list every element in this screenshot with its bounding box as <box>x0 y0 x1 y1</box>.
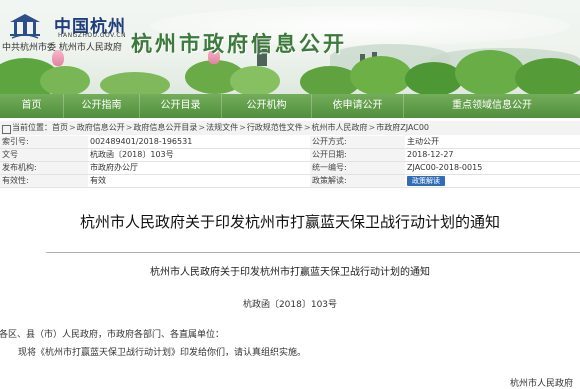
nav-item-agencies[interactable]: 公开机构 <box>222 94 312 118</box>
nav-item-key-areas[interactable]: 重点领域信息公开 <box>404 94 580 118</box>
document-number: 杭政函〔2018〕103号 <box>242 300 338 310</box>
policy-interpretation-button[interactable]: 政策解读 <box>407 176 445 186</box>
value-unified-number: ZJAC00-2018-0015 <box>405 161 580 175</box>
document-body: 现将《杭州市打赢蓝天保卫战行动计划》印发给你们，请认真组织实施。 <box>18 348 307 358</box>
breadcrumb-info-public[interactable]: 政府信息公开 <box>77 121 125 135</box>
divider <box>46 252 580 253</box>
document-subtitle: 杭州市人民政府关于印发杭州市打赢蓝天保卫战行动计划的通知 <box>150 267 430 278</box>
document-addressee: 各区、县（市）人民政府，市政府各部门、各直属单位： <box>0 330 225 340</box>
header-banner: 中国杭州 HANGZHOU.GOV.CN 中共杭州市委 杭州市人民政府 杭州市政… <box>0 0 580 94</box>
label-public-method: 公开方式: <box>310 136 405 149</box>
table-row: 索引号: 002489401/2018-196531 公开方式: 主动公开 <box>0 136 580 149</box>
label-policy-interpretation: 政策解读: <box>310 174 405 188</box>
breadcrumb: 当前位置： 首页 > 政府信息公开 > 政府信息公开目录 > 法规文件 > 行政… <box>0 121 580 135</box>
breadcrumb-label: 当前位置： <box>12 123 52 132</box>
breadcrumb-regulations[interactable]: 法规文件 <box>206 121 238 135</box>
label-validity: 有效性: <box>0 174 88 188</box>
table-row: 发布机构: 市政府办公厅 统一编号: ZJAC00-2018-0015 <box>0 161 580 175</box>
label-unified-number: 统一编号: <box>310 161 405 175</box>
nav-item-catalog[interactable]: 公开目录 <box>140 94 222 118</box>
main-nav: 首页 公开指南 公开目录 公开机构 依申请公开 重点领域信息公开 <box>0 94 580 118</box>
label-issuing-agency: 发布机构: <box>0 161 88 175</box>
logo-domain: HANGZHOU.GOV.CN <box>58 32 127 39</box>
document-signature: 杭州市人民政府 <box>510 379 574 389</box>
document-title: 杭州市人民政府关于印发杭州市打赢蓝天保卫战行动计划的通知 <box>79 213 500 231</box>
breadcrumb-normative-docs[interactable]: 行政规范性文件 <box>247 121 303 135</box>
nav-item-apply[interactable]: 依申请公开 <box>312 94 404 118</box>
label-index-number: 索引号: <box>0 136 88 149</box>
breadcrumb-catalog[interactable]: 政府信息公开目录 <box>133 121 197 135</box>
breadcrumb-municipal-gov[interactable]: 杭州市人民政府 <box>312 121 368 135</box>
document-info-table: 索引号: 002489401/2018-196531 公开方式: 主动公开 文号… <box>0 136 580 188</box>
site-title: 杭州市政府信息公开 <box>131 32 347 56</box>
value-issuing-agency: 市政府办公厅 <box>88 161 310 175</box>
value-public-method: 主动公开 <box>405 136 580 149</box>
hangzhou-logo-icon <box>10 14 40 39</box>
table-row: 有效性: 有效 政策解读: 政策解读 <box>0 174 580 188</box>
breadcrumb-home[interactable]: 首页 <box>52 121 68 135</box>
value-validity: 有效 <box>88 174 310 188</box>
nav-item-home[interactable]: 首页 <box>0 94 64 118</box>
location-icon <box>2 124 11 134</box>
value-public-date: 2018-12-27 <box>405 148 580 162</box>
logo-subtitle: 中共杭州市委 杭州市人民政府 <box>2 43 122 53</box>
value-index-number: 002489401/2018-196531 <box>88 136 310 149</box>
value-doc-number: 杭政函〔2018〕103号 <box>88 148 310 162</box>
breadcrumb-current[interactable]: 市政府ZJAC00 <box>376 121 429 135</box>
nav-item-guide[interactable]: 公开指南 <box>64 94 140 118</box>
label-public-date: 公开日期: <box>310 148 405 162</box>
label-doc-number: 文号 <box>0 148 88 162</box>
table-row: 文号 杭政函〔2018〕103号 公开日期: 2018-12-27 <box>0 148 580 162</box>
